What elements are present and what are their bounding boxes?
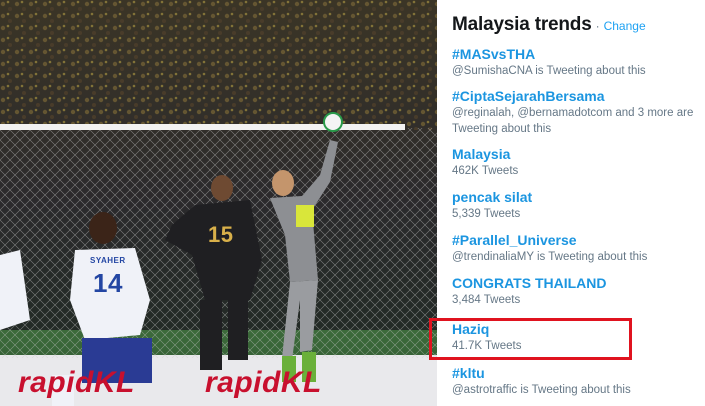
header-separator: · xyxy=(595,19,600,33)
trends-title: Malaysia trends xyxy=(452,14,592,35)
trend-meta: 462K Tweets xyxy=(452,165,519,177)
trend-meta: 3,484 Tweets xyxy=(452,294,521,306)
football-photo: rapidKL rapidKL 15 SYAHER 14 xyxy=(0,0,437,406)
trend-name[interactable]: CONGRATS THAILAND xyxy=(452,274,705,292)
trend-item[interactable]: Malaysia 462K Tweets xyxy=(452,145,705,179)
jersey-number-white: 14 xyxy=(93,268,123,298)
trend-meta: @astrotraffic is Tweeting about this xyxy=(452,384,631,396)
jersey-name-white: SYAHER xyxy=(90,256,126,265)
trend-meta: @SumishaCNA is Tweeting about this xyxy=(452,65,646,77)
trend-item[interactable]: CONGRATS THAILAND 3,484 Tweets xyxy=(452,274,705,308)
trend-name[interactable]: #Parallel_Universe xyxy=(452,231,705,249)
trend-name[interactable]: #kltu xyxy=(452,364,705,382)
ad-board-text-left: rapidKL xyxy=(18,366,135,399)
trend-item[interactable]: #Parallel_Universe @trendinaliaMY is Twe… xyxy=(452,231,705,265)
trend-name[interactable]: #CiptaSejarahBersama xyxy=(452,87,705,105)
trend-meta: @reginalah, @bernamadotcom and 3 more ar… xyxy=(452,107,694,135)
change-location-link[interactable]: Change xyxy=(604,19,646,33)
trend-name[interactable]: #MASvsTHA xyxy=(452,45,705,63)
jersey-number-dark: 15 xyxy=(208,222,234,247)
football-scene xyxy=(0,0,437,406)
trend-item[interactable]: pencak silat 5,339 Tweets xyxy=(452,188,705,222)
ad-board-text-right: rapidKL xyxy=(205,366,322,399)
trend-name[interactable]: Malaysia xyxy=(452,145,705,163)
trend-meta: @trendinaliaMY is Tweeting about this xyxy=(452,251,648,263)
trends-header: Malaysia trends · Change xyxy=(452,14,705,40)
trend-item[interactable]: #MASvsTHA @SumishaCNA is Tweeting about … xyxy=(452,45,705,79)
trend-item[interactable]: #CiptaSejarahBersama @reginalah, @bernam… xyxy=(452,87,705,137)
trend-item[interactable]: #kltu @astrotraffic is Tweeting about th… xyxy=(452,364,705,398)
trend-meta: 5,339 Tweets xyxy=(452,208,521,220)
trend-name[interactable]: pencak silat xyxy=(452,188,705,206)
highlight-annotation-box xyxy=(429,318,632,360)
